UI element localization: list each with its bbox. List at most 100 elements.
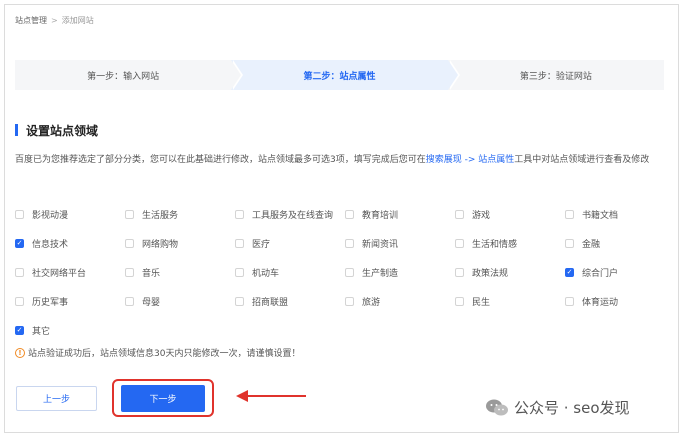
category-label: 机动车 bbox=[252, 269, 280, 279]
checkbox[interactable] bbox=[565, 297, 574, 306]
category-label: 体育运动 bbox=[582, 298, 619, 308]
category-option[interactable]: 政策法规 bbox=[455, 266, 565, 279]
category-row: ✓ 信息技术 网络购物 医疗 新闻资讯 生活和情感 金融 bbox=[15, 229, 675, 258]
step-chevron bbox=[447, 60, 458, 90]
category-label: 网络购物 bbox=[142, 240, 179, 250]
category-label: 影视动漫 bbox=[32, 211, 69, 221]
category-option[interactable]: 旅游 bbox=[345, 295, 455, 308]
category-option[interactable]: 网络购物 bbox=[125, 237, 235, 250]
checkbox[interactable] bbox=[455, 297, 464, 306]
category-option[interactable]: 音乐 bbox=[125, 266, 235, 279]
checkbox-checked[interactable]: ✓ bbox=[15, 239, 24, 248]
category-label: 生活和情感 bbox=[472, 240, 518, 250]
annotation-arrow-icon bbox=[236, 390, 306, 402]
breadcrumb-separator: > bbox=[51, 16, 58, 25]
watermark-text: 公众号 · seo发现 bbox=[514, 399, 630, 417]
category-label: 工具服务及在线查询 bbox=[252, 211, 334, 221]
category-option[interactable]: ✓ 综合门户 bbox=[565, 266, 675, 279]
checkbox[interactable] bbox=[455, 268, 464, 277]
category-option[interactable]: 生活和情感 bbox=[455, 237, 565, 250]
category-label: 政策法规 bbox=[472, 269, 509, 279]
category-option[interactable]: 教育培训 bbox=[345, 208, 455, 221]
category-option[interactable]: 机动车 bbox=[235, 266, 345, 279]
category-label: 新闻资讯 bbox=[362, 240, 399, 250]
wechat-icon bbox=[486, 399, 508, 415]
category-label: 金融 bbox=[582, 240, 601, 250]
category-option[interactable]: 生产制造 bbox=[345, 266, 455, 279]
category-label: 社交网络平台 bbox=[32, 269, 87, 279]
category-option[interactable]: 历史军事 bbox=[15, 295, 125, 308]
checkbox[interactable] bbox=[455, 239, 464, 248]
checkbox[interactable] bbox=[125, 268, 134, 277]
category-label: 民生 bbox=[472, 298, 491, 308]
checkbox[interactable] bbox=[345, 239, 354, 248]
step-1-label: 第一步：输入网站 bbox=[87, 71, 160, 82]
check-icon: ✓ bbox=[16, 239, 23, 247]
next-step-button[interactable]: 下一步 bbox=[121, 385, 205, 412]
checkbox[interactable] bbox=[125, 239, 134, 248]
category-label: 医疗 bbox=[252, 240, 271, 250]
category-option[interactable]: 新闻资讯 bbox=[345, 237, 455, 250]
step-3-label: 第三步：验证网站 bbox=[519, 71, 592, 82]
step-1: 第一步：输入网站 bbox=[15, 60, 244, 90]
step-progress: 第一步：输入网站 第二步：站点属性 第三步：验证网站 bbox=[15, 60, 664, 90]
category-option[interactable]: 招商联盟 bbox=[235, 295, 345, 308]
category-option[interactable]: 金融 bbox=[565, 237, 675, 250]
notice-text: 站点验证成功后，站点领域信息30天内只能修改一次，请谨慎设置！ bbox=[28, 349, 301, 359]
checkbox[interactable] bbox=[455, 210, 464, 219]
search-display-link[interactable]: 搜索展现 bbox=[426, 155, 462, 165]
category-option[interactable]: 母婴 bbox=[125, 295, 235, 308]
category-option[interactable]: ✓ 其它 bbox=[15, 324, 125, 337]
category-row: 历史军事 母婴 招商联盟 旅游 民生 体育运动 bbox=[15, 287, 675, 316]
category-option[interactable]: 民生 bbox=[455, 295, 565, 308]
prev-step-button[interactable]: 上一步 bbox=[16, 386, 97, 411]
checkbox[interactable] bbox=[235, 210, 244, 219]
checkbox-checked[interactable]: ✓ bbox=[565, 268, 574, 277]
step-2: 第二步：站点属性 bbox=[231, 60, 460, 90]
checkbox[interactable] bbox=[125, 210, 134, 219]
checkbox[interactable] bbox=[235, 268, 244, 277]
checkbox[interactable] bbox=[345, 210, 354, 219]
checkbox[interactable] bbox=[345, 297, 354, 306]
step-3: 第三步：验证网站 bbox=[448, 60, 664, 90]
category-label: 音乐 bbox=[142, 269, 161, 279]
category-label: 生活服务 bbox=[142, 211, 179, 221]
checkbox[interactable] bbox=[15, 210, 24, 219]
warning-icon: ! bbox=[15, 347, 25, 358]
category-row: 社交网络平台 音乐 机动车 生产制造 政策法规 ✓ 综合门户 bbox=[15, 258, 675, 287]
category-label: 教育培训 bbox=[362, 211, 399, 221]
category-label: 招商联盟 bbox=[252, 298, 289, 308]
category-option[interactable]: ✓ 信息技术 bbox=[15, 237, 125, 250]
category-option[interactable]: 影视动漫 bbox=[15, 208, 125, 221]
category-label: 生产制造 bbox=[362, 269, 399, 279]
check-icon: ✓ bbox=[566, 268, 573, 276]
notice: ! 站点验证成功后，站点领域信息30天内只能修改一次，请谨慎设置！ bbox=[15, 346, 300, 359]
checkbox[interactable] bbox=[235, 297, 244, 306]
section-title-bar bbox=[15, 124, 18, 136]
description-text-2: 工具中对站点领域进行查看及修改 bbox=[514, 155, 650, 165]
category-option[interactable]: 体育运动 bbox=[565, 295, 675, 308]
checkbox[interactable] bbox=[235, 239, 244, 248]
category-row: ✓ 其它 bbox=[15, 316, 675, 345]
watermark: 公众号 · seo发现 bbox=[486, 397, 630, 418]
category-label: 书籍文档 bbox=[582, 211, 619, 221]
category-option[interactable]: 社交网络平台 bbox=[15, 266, 125, 279]
checkbox-checked[interactable]: ✓ bbox=[15, 326, 24, 335]
checkbox[interactable] bbox=[565, 210, 574, 219]
checkbox[interactable] bbox=[15, 297, 24, 306]
breadcrumb-root-link[interactable]: 站点管理 bbox=[15, 15, 47, 26]
checkbox[interactable] bbox=[565, 239, 574, 248]
category-option[interactable]: 书籍文档 bbox=[565, 208, 675, 221]
checkbox[interactable] bbox=[125, 297, 134, 306]
checkbox[interactable] bbox=[15, 268, 24, 277]
category-option[interactable]: 工具服务及在线查询 bbox=[235, 208, 345, 221]
section-title: 设置站点领域 bbox=[15, 123, 98, 138]
site-attribute-link[interactable]: 站点属性 bbox=[478, 155, 514, 165]
checkbox[interactable] bbox=[345, 268, 354, 277]
breadcrumb-current: 添加网站 bbox=[61, 16, 94, 25]
category-option[interactable]: 游戏 bbox=[455, 208, 565, 221]
step-chevron bbox=[231, 60, 242, 90]
category-option[interactable]: 生活服务 bbox=[125, 208, 235, 221]
category-option[interactable]: 医疗 bbox=[235, 237, 345, 250]
category-grid: 影视动漫 生活服务 工具服务及在线查询 教育培训 游戏 书籍文档 ✓ 信息技术 网络购物 医疗 新闻… bbox=[15, 200, 675, 345]
